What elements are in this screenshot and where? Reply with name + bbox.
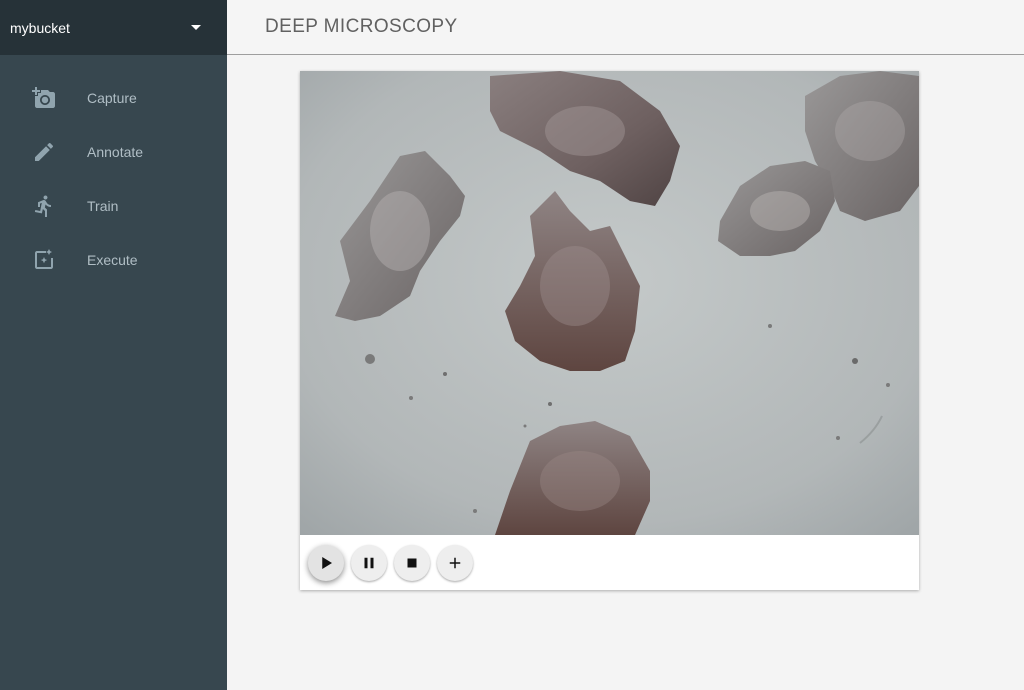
- playback-controls: [300, 535, 919, 590]
- sidebar-item-execute[interactable]: Execute: [0, 233, 227, 287]
- running-person-icon: [32, 194, 56, 218]
- play-button[interactable]: [308, 544, 344, 581]
- caret-down-icon: [191, 25, 201, 30]
- pause-button[interactable]: [351, 544, 387, 581]
- sidebar-item-train[interactable]: Train: [0, 179, 227, 233]
- sidebar-item-label: Train: [87, 198, 119, 214]
- sidebar-item-label: Annotate: [87, 144, 144, 160]
- add-camera-icon: [32, 86, 56, 110]
- sidebar-item-annotate[interactable]: Annotate: [0, 125, 227, 179]
- microscope-image: [300, 71, 919, 535]
- bucket-name: mybucket: [10, 19, 70, 36]
- plus-icon: [449, 557, 461, 568]
- sidebar-item-label: Capture: [87, 90, 137, 106]
- bucket-selector[interactable]: mybucket: [0, 0, 227, 55]
- sidebar: mybucket Capture Annotate Train Execute: [0, 0, 227, 690]
- sidebar-item-capture[interactable]: Capture: [0, 71, 227, 125]
- stop-button[interactable]: [394, 544, 430, 581]
- play-icon: [322, 556, 332, 569]
- add-button[interactable]: [437, 544, 473, 581]
- sidebar-nav: Capture Annotate Train Execute: [0, 55, 227, 287]
- page-title: DEEP MICROSCOPY: [265, 16, 458, 37]
- viewer-card: [300, 71, 919, 590]
- sidebar-item-label: Execute: [87, 252, 138, 268]
- execute-icon: [32, 248, 56, 272]
- stop-icon: [407, 558, 417, 567]
- microscope-feed: [300, 71, 919, 535]
- pencil-icon: [32, 140, 56, 164]
- app-header: DEEP MICROSCOPY: [227, 0, 1024, 55]
- pause-icon: [364, 557, 374, 568]
- app: mybucket Capture Annotate Train Execute …: [0, 0, 1024, 690]
